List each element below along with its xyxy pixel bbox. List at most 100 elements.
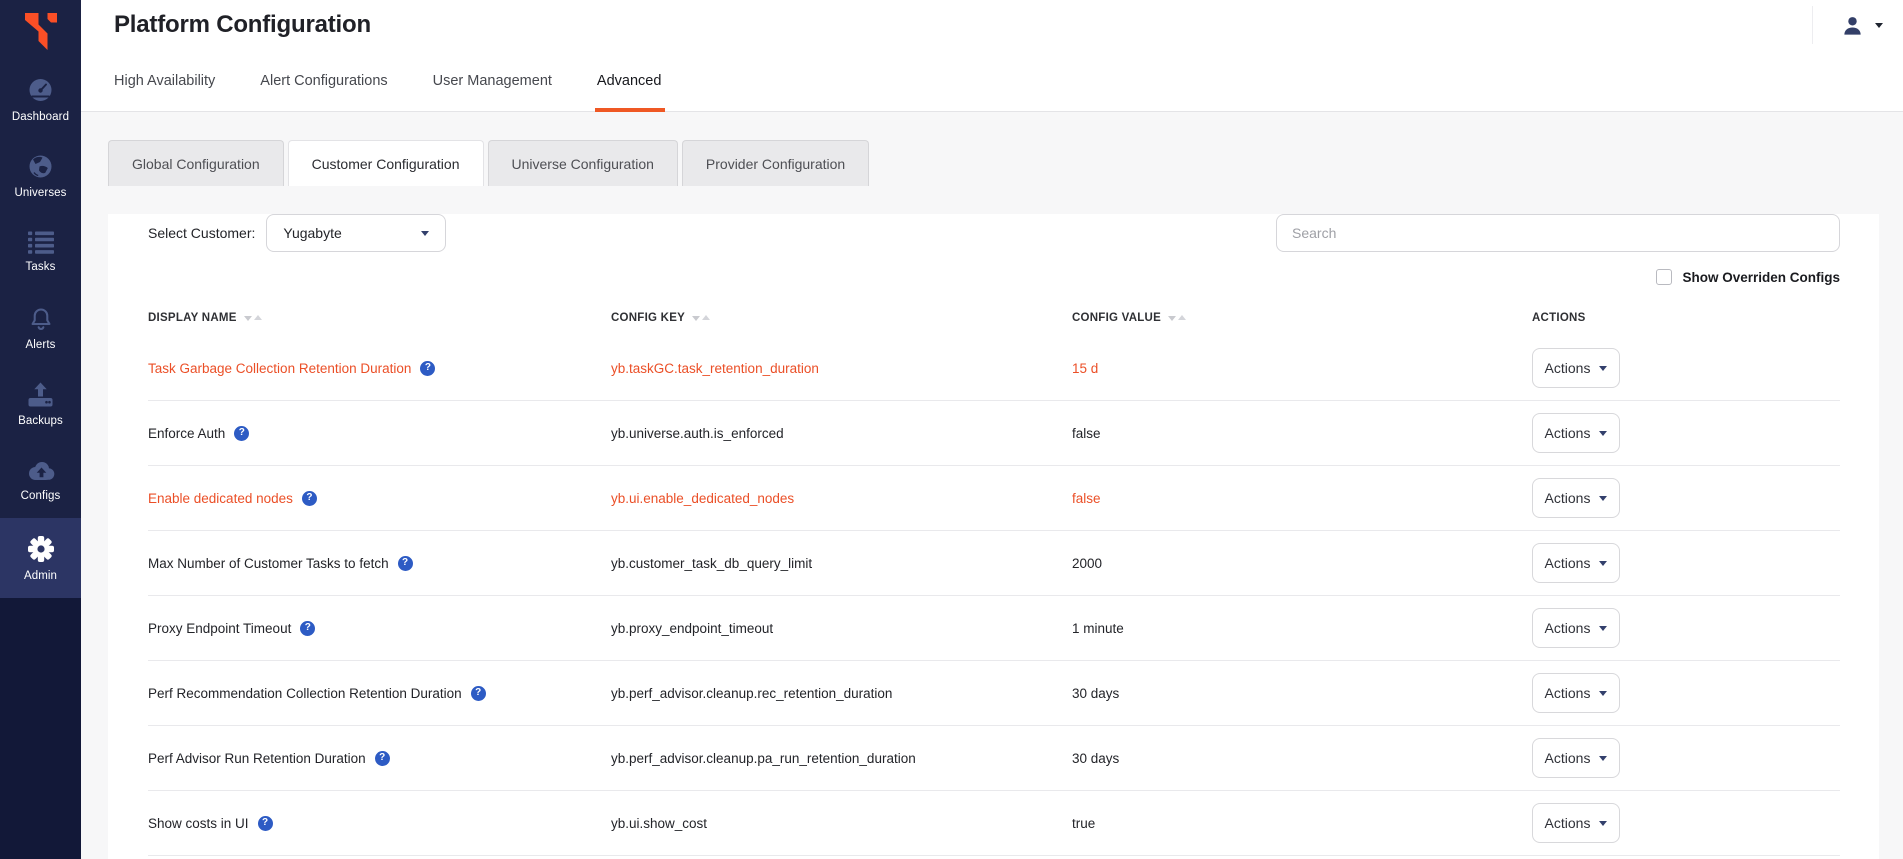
actions-button[interactable]: Actions [1532,478,1620,518]
subtab-universe-configuration[interactable]: Universe Configuration [487,140,678,186]
subtab-label: Global Configuration [132,155,260,172]
gear-icon [27,535,54,562]
display-name-cell: Enable dedicated nodes ? [148,490,611,506]
subtab-label: Universe Configuration [511,155,654,172]
help-icon[interactable]: ? [257,815,273,831]
sidebar-item-label: Alerts [25,338,56,351]
help-icon[interactable]: ? [374,750,390,766]
help-icon[interactable]: ? [300,620,316,636]
sidebar-item-admin[interactable]: Admin [0,518,81,598]
main-area: Platform Configuration High Availability… [81,0,1903,859]
actions-cell: Actions [1532,738,1840,778]
config-key: yb.proxy_endpoint_timeout [611,620,774,636]
table-header-row: DISPLAY NAME CONFIG KEY CONFIG VALUE ACT… [148,300,1840,336]
subtab-customer-configuration[interactable]: Customer Configuration [287,140,484,186]
chevron-down-icon [1599,625,1608,631]
backups-icon [28,382,53,406]
select-customer-label: Select Customer: [148,225,256,241]
actions-button-label: Actions [1544,620,1591,636]
sidebar-item-label: Configs [20,489,61,502]
column-header-label: CONFIG KEY [611,312,686,324]
sort-icons [1168,314,1187,321]
sidebar-item-label: Tasks [25,261,56,273]
sidebar: Dashboard Universes Tasks Alerts Backups… [0,0,81,859]
tab-alert-configurations[interactable]: Alert Configurations [260,50,387,111]
actions-button[interactable]: Actions [1532,348,1620,388]
chevron-down-icon [1599,820,1608,826]
tab-label: Alert Configurations [260,72,388,89]
config-display-name: Enable dedicated nodes [148,490,293,506]
actions-button-label: Actions [1544,815,1591,831]
page-title: Platform Configuration [114,11,371,38]
table-row: Proxy Endpoint Timeout ? yb.proxy_endpoi… [148,596,1840,661]
subtab-global-configuration[interactable]: Global Configuration [108,140,284,186]
help-icon[interactable]: ? [470,685,486,701]
tab-user-management[interactable]: User Management [433,50,552,111]
tab-advanced[interactable]: Advanced [594,50,665,112]
content-area: Global Configuration Customer Configurat… [81,112,1903,859]
tab-high-availability[interactable]: High Availability [114,50,215,111]
actions-cell: Actions [1532,543,1840,583]
actions-cell: Actions [1532,348,1840,388]
chevron-down-icon [1875,22,1883,28]
column-header-config-value[interactable]: CONFIG VALUE [1072,312,1532,324]
tab-label: Advanced [596,72,662,89]
actions-button-label: Actions [1544,360,1591,376]
customer-select-value: Yugabyte [283,225,342,241]
sidebar-item-configs[interactable]: Configs [0,442,81,518]
actions-button-label: Actions [1544,425,1591,441]
help-icon[interactable]: ? [420,360,436,376]
actions-button[interactable]: Actions [1532,608,1620,648]
actions-button[interactable]: Actions [1532,673,1620,713]
config-display-name: Perf Recommendation Collection Retention… [148,685,462,701]
show-overridden-checkbox[interactable] [1656,269,1673,285]
customer-select-dropdown[interactable]: Yugabyte [266,214,447,252]
sidebar-item-backups[interactable]: Backups [0,366,81,442]
actions-button[interactable]: Actions [1532,543,1620,583]
config-value: false [1072,425,1101,441]
config-value: 30 days [1072,750,1120,766]
table-body: Task Garbage Collection Retention Durati… [148,336,1840,856]
table-row: Perf Advisor Run Retention Duration ? yb… [148,726,1840,791]
subtab-label: Customer Configuration [311,155,460,172]
universes-icon [29,155,52,178]
chevron-down-icon [1599,560,1608,566]
help-icon[interactable]: ? [397,555,413,571]
user-menu[interactable] [1812,6,1883,44]
search-input[interactable] [1276,214,1840,252]
display-name-cell: Max Number of Customer Tasks to fetch ? [148,555,611,571]
sidebar-item-label: Backups [18,414,63,427]
subtab-bar: Global Configuration Customer Configurat… [108,140,1879,186]
sidebar-item-label: Admin [23,569,58,582]
yugabyte-logo[interactable] [0,0,81,62]
chevron-down-icon [1599,365,1608,371]
sidebar-item-dashboard[interactable]: Dashboard [0,62,81,138]
help-icon[interactable]: ? [234,425,250,441]
sidebar-item-tasks[interactable]: Tasks [0,214,81,290]
tab-label: High Availability [114,72,216,89]
config-display-name: Task Garbage Collection Retention Durati… [148,360,412,376]
actions-button[interactable]: Actions [1532,803,1620,843]
tasks-icon [27,231,54,254]
column-header-config-key[interactable]: CONFIG KEY [611,312,1072,324]
actions-cell: Actions [1532,413,1840,453]
actions-button[interactable]: Actions [1532,738,1620,778]
table-row: Task Garbage Collection Retention Durati… [148,336,1840,401]
chevron-down-icon [1599,430,1608,436]
customer-configuration-panel: Select Customer: Yugabyte Show Overriden… [108,214,1879,859]
chevron-down-icon [1599,755,1608,761]
sidebar-item-alerts[interactable]: Alerts [0,290,81,366]
subtab-provider-configuration[interactable]: Provider Configuration [681,140,870,186]
actions-button-label: Actions [1544,490,1591,506]
actions-cell: Actions [1532,608,1840,648]
actions-button-label: Actions [1544,685,1591,701]
help-icon[interactable]: ? [301,490,317,506]
actions-button-label: Actions [1544,750,1591,766]
sidebar-item-universes[interactable]: Universes [0,138,81,214]
actions-button[interactable]: Actions [1532,413,1620,453]
config-key: yb.perf_advisor.cleanup.rec_retention_du… [611,685,893,701]
table-row: Perf Recommendation Collection Retention… [148,661,1840,726]
config-key: yb.ui.enable_dedicated_nodes [611,490,795,506]
column-header-display-name[interactable]: DISPLAY NAME [148,312,611,324]
sort-icons [692,314,711,321]
